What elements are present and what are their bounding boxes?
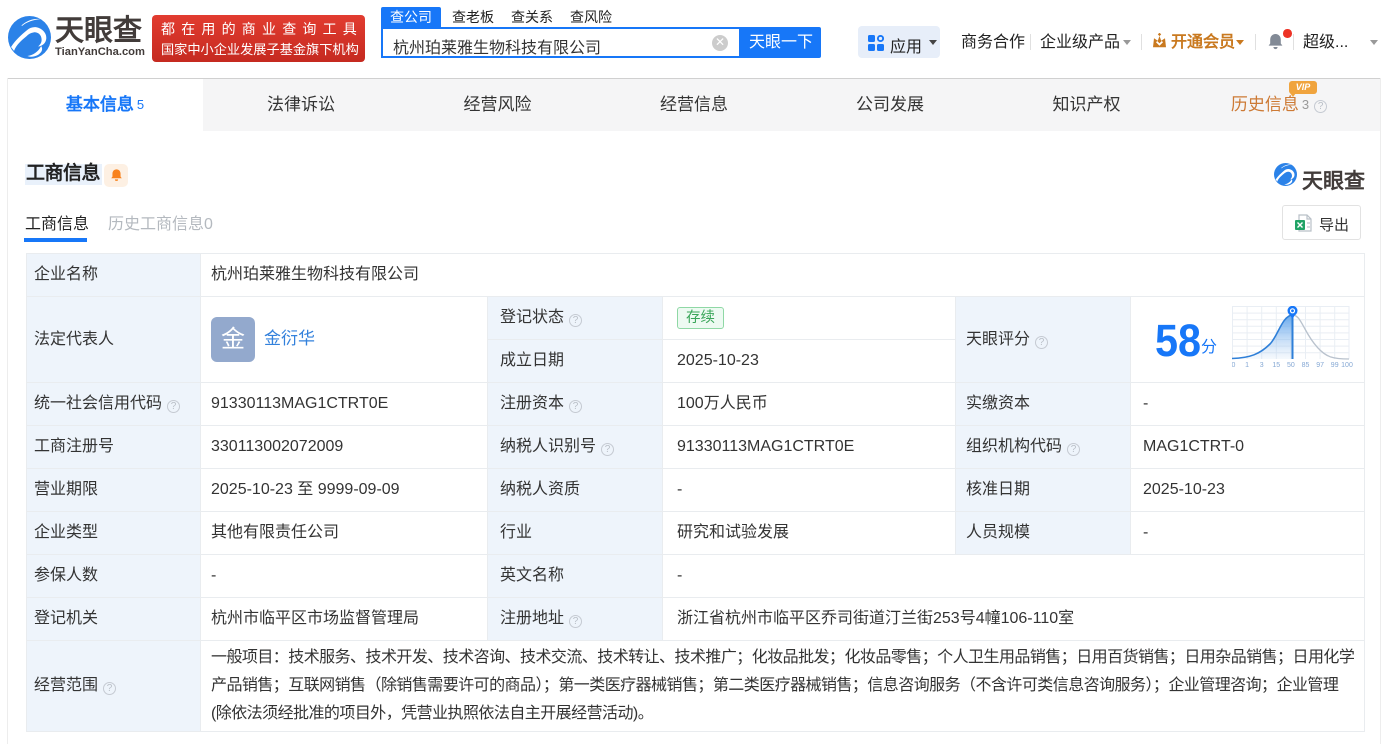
svg-text:97: 97 bbox=[1316, 362, 1324, 369]
svg-text:3: 3 bbox=[1260, 362, 1264, 369]
svg-text:0: 0 bbox=[1232, 362, 1236, 369]
svg-text:15: 15 bbox=[1272, 362, 1280, 369]
svg-text:99: 99 bbox=[1331, 362, 1339, 369]
svg-text:50: 50 bbox=[1287, 362, 1295, 369]
svg-text:1: 1 bbox=[1245, 362, 1249, 369]
svg-text:100: 100 bbox=[1341, 362, 1353, 369]
svg-text:85: 85 bbox=[1302, 362, 1310, 369]
